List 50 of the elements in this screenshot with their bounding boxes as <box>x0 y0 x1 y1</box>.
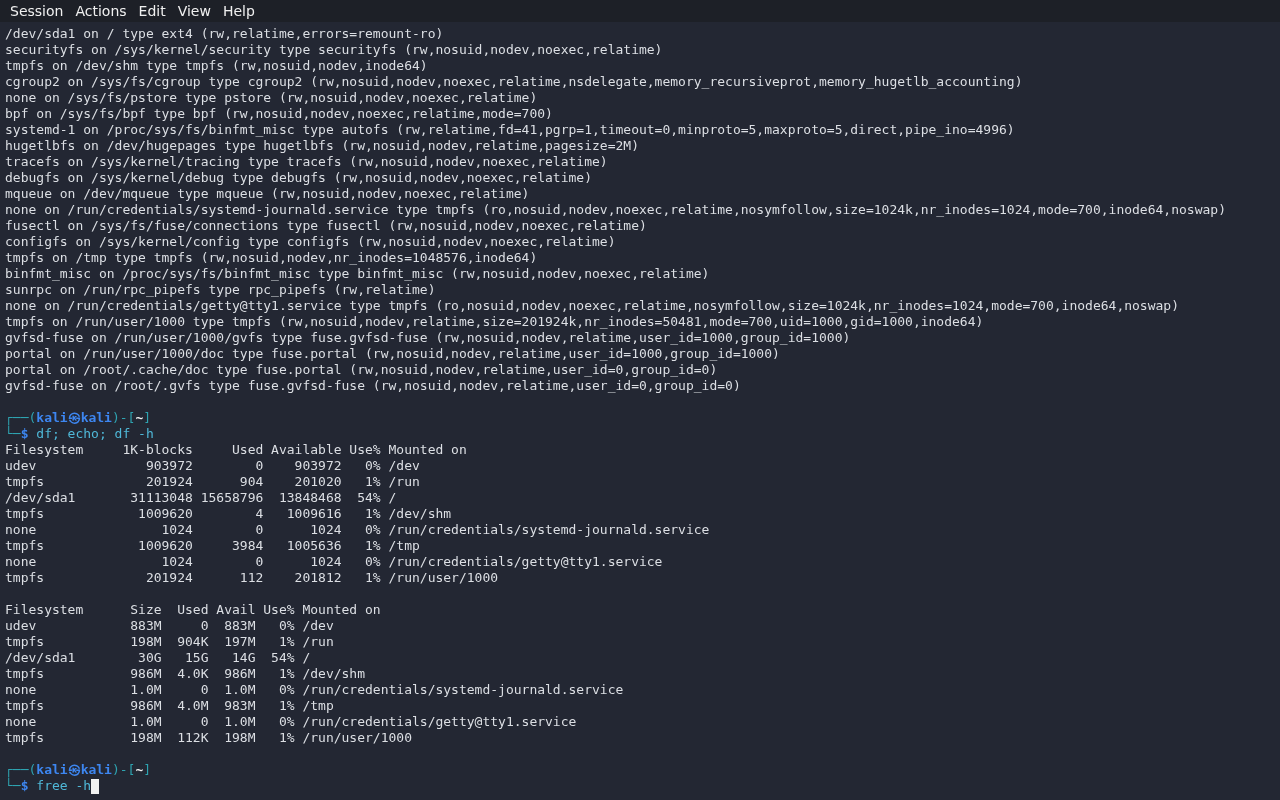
prompt-line: ┌──(kali㉿kali)-[~] <box>5 762 152 777</box>
output-line: cgroup2 on /sys/fs/cgroup type cgroup2 (rw,nosuid,nodev,noexec,relatime,nsdelegate,memory_recursiveprot,memory_hugetlb_accounting) <box>5 74 1023 89</box>
output-line: none 1.0M 0 1.0M 0% /run/credentials/getty@tty1.service <box>5 714 577 729</box>
output-line: mqueue on /dev/mqueue type mqueue (rw,nosuid,nodev,noexec,relatime) <box>5 186 530 201</box>
command-line: └─$ df; echo; df -h <box>5 426 154 442</box>
output-line: none on /run/credentials/systemd-journald.service type tmpfs (ro,nosuid,nodev,noexec,relatime,nosymfollow,size=1024k,nr_inodes=1024,mode=700,inode64,noswap) <box>5 202 1226 217</box>
output-line: hugetlbfs on /dev/hugepages type hugetlbfs (rw,nosuid,nodev,relatime,pagesize=2M) <box>5 138 639 153</box>
output-line: none 1024 0 1024 0% /run/credentials/systemd-journald.service <box>5 522 710 537</box>
output-line: fusectl on /sys/fs/fuse/connections type fusectl (rw,nosuid,nodev,noexec,relatime) <box>5 218 647 233</box>
menu-item[interactable]: Help <box>216 0 261 22</box>
output-line: tmpfs 198M 904K 197M 1% /run <box>5 634 334 649</box>
prompt-line: ┌──(kali㉿kali)-[~] <box>5 410 152 425</box>
command-line: └─$ free -h <box>5 778 92 794</box>
menu-item[interactable]: Edit <box>132 0 172 22</box>
output-line: gvfsd-fuse on /run/user/1000/gvfs type fuse.gvfsd-fuse (rw,nosuid,nodev,relatime,user_id=1000,group_id=1000) <box>5 330 851 345</box>
output-line: none 1024 0 1024 0% /run/credentials/getty@tty1.service <box>5 554 663 569</box>
output-line: securityfs on /sys/kernel/security type securityfs (rw,nosuid,nodev,noexec,relatime) <box>5 42 663 57</box>
output-line: gvfsd-fuse on /root/.gvfs type fuse.gvfsd-fuse (rw,nosuid,nodev,relatime,user_id=0,group_id=0) <box>5 378 741 393</box>
output-line: tmpfs 986M 4.0M 983M 1% /tmp <box>5 698 334 713</box>
output-line: none on /run/credentials/getty@tty1.service type tmpfs (ro,nosuid,nodev,noexec,relatime,nosymfollow,size=1024k,nr_inodes=1024,mode=700,inode64,noswap) <box>5 298 1179 313</box>
output-line: udev 883M 0 883M 0% /dev <box>5 618 334 633</box>
output-line: systemd-1 on /proc/sys/fs/binfmt_misc type autofs (rw,relatime,fd=41,pgrp=1,timeout=0,minproto=5,maxproto=5,direct,pipe_ino=4996) <box>5 122 1015 137</box>
output-line: tmpfs 1009620 3984 1005636 1% /tmp <box>5 538 420 553</box>
output-line: Filesystem Size Used Avail Use% Mounted on <box>5 602 381 617</box>
output-line: none on /sys/fs/pstore type pstore (rw,nosuid,nodev,noexec,relatime) <box>5 90 538 105</box>
output-line: tmpfs 1009620 4 1009616 1% /dev/shm <box>5 506 452 521</box>
output-line: /dev/sda1 on / type ext4 (rw,relatime,errors=remount-ro) <box>5 26 444 41</box>
output-line: portal on /root/.cache/doc type fuse.portal (rw,nosuid,nodev,relatime,user_id=0,group_id=0) <box>5 362 718 377</box>
output-line: configfs on /sys/kernel/config type configfs (rw,nosuid,nodev,noexec,relatime) <box>5 234 616 249</box>
output-line: none 1.0M 0 1.0M 0% /run/credentials/systemd-journald.service <box>5 682 624 697</box>
output-line: bpf on /sys/fs/bpf type bpf (rw,nosuid,nodev,noexec,relatime,mode=700) <box>5 106 553 121</box>
output-line: /dev/sda1 31113048 15658796 13848468 54% / <box>5 490 397 505</box>
output-line: /dev/sda1 30G 15G 14G 54% / <box>5 650 311 665</box>
output-line: tmpfs 201924 112 201812 1% /run/user/1000 <box>5 570 499 585</box>
output-line: tmpfs on /dev/shm type tmpfs (rw,nosuid,nodev,inode64) <box>5 58 428 73</box>
menu-item[interactable]: Actions <box>69 0 133 22</box>
output-line: binfmt_misc on /proc/sys/fs/binfmt_misc type binfmt_misc (rw,nosuid,nodev,noexec,relatime) <box>5 266 710 281</box>
output-line: tmpfs 201924 904 201020 1% /run <box>5 474 420 489</box>
output-line: sunrpc on /run/rpc_pipefs type rpc_pipefs (rw,relatime) <box>5 282 436 297</box>
output-line: tmpfs 986M 4.0K 986M 1% /dev/shm <box>5 666 366 681</box>
menu-item[interactable]: Session <box>4 0 70 22</box>
output-line: tmpfs on /tmp type tmpfs (rw,nosuid,nodev,nr_inodes=1048576,inode64) <box>5 250 538 265</box>
output-line: portal on /run/user/1000/doc type fuse.portal (rw,nosuid,nodev,relatime,user_id=1000,group_id=1000) <box>5 346 780 361</box>
menu-item[interactable]: View <box>171 0 217 22</box>
output-line: udev 903972 0 903972 0% /dev <box>5 458 420 473</box>
output-line: tmpfs 198M 112K 198M 1% /run/user/1000 <box>5 730 412 745</box>
output-line: Filesystem 1K-blocks Used Available Use% Mounted on <box>5 442 467 457</box>
output-line: tmpfs on /run/user/1000 type tmpfs (rw,nosuid,nodev,relatime,size=201924k,nr_inodes=50481,mode=700,uid=1000,gid=1000,inode64) <box>5 314 984 329</box>
output-line: tracefs on /sys/kernel/tracing type tracefs (rw,nosuid,nodev,noexec,relatime) <box>5 154 608 169</box>
output-line: debugfs on /sys/kernel/debug type debugfs (rw,nosuid,nodev,noexec,relatime) <box>5 170 592 185</box>
